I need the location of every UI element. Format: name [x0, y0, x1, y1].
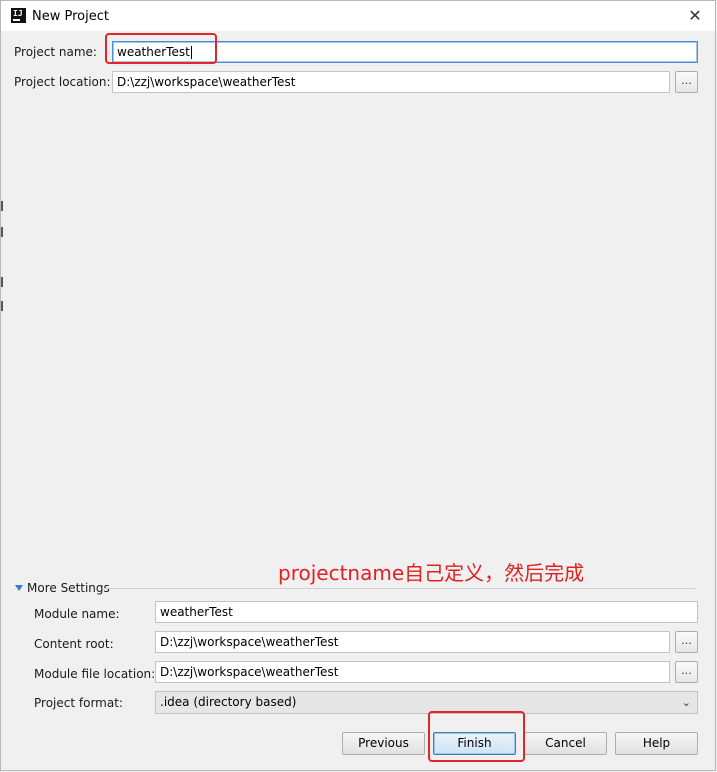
intellij-app-icon: IJ [11, 8, 26, 23]
project-format-select[interactable]: .idea (directory based) ⌄ [155, 691, 698, 714]
more-settings-toggle[interactable]: More Settings [15, 581, 110, 595]
module-name-input[interactable]: weatherTest [155, 601, 698, 623]
project-name-value: weatherTest [117, 45, 190, 59]
title-bar: IJ New Project ✕ [1, 1, 715, 31]
new-project-dialog: IJ New Project ✕ Project name: weatherTe… [0, 0, 716, 771]
edge-artifact [1, 301, 3, 311]
section-divider [105, 588, 695, 589]
edge-artifact [1, 277, 3, 287]
project-format-value: .idea (directory based) [160, 695, 297, 709]
edge-artifact [1, 201, 3, 211]
collapse-triangle-icon [15, 584, 23, 591]
previous-button[interactable]: Previous [342, 732, 425, 755]
help-button[interactable]: Help [615, 732, 698, 755]
project-location-label: Project location: [14, 75, 111, 89]
project-location-value: D:\zzj\workspace\weatherTest [117, 75, 296, 89]
content-root-browse-button[interactable]: ... [675, 631, 698, 653]
project-location-input[interactable]: D:\zzj\workspace\weatherTest [112, 71, 670, 93]
module-file-location-value: D:\zzj\workspace\weatherTest [160, 665, 339, 679]
project-format-label: Project format: [34, 696, 123, 710]
project-name-input[interactable]: weatherTest [112, 41, 698, 63]
module-file-location-input[interactable]: D:\zzj\workspace\weatherTest [155, 661, 670, 683]
text-caret [190, 46, 192, 59]
app-icon-text: IJ [13, 9, 23, 18]
finish-button[interactable]: Finish [433, 732, 516, 755]
module-file-location-label: Module file location: [34, 667, 156, 681]
close-icon[interactable]: ✕ [683, 5, 707, 27]
project-name-label: Project name: [14, 45, 97, 59]
edge-artifact [1, 227, 3, 237]
more-settings-header: More Settings [27, 581, 110, 595]
window-title: New Project [32, 9, 109, 24]
chevron-down-icon: ⌄ [681, 696, 691, 709]
content-root-label: Content root: [34, 637, 114, 651]
annotation-text: projectname自己定义，然后完成 [278, 561, 585, 585]
cancel-button[interactable]: Cancel [524, 732, 607, 755]
module-name-label: Module name: [34, 607, 120, 621]
content-root-input[interactable]: D:\zzj\workspace\weatherTest [155, 631, 670, 653]
project-location-browse-button[interactable]: ... [675, 71, 698, 93]
module-file-location-browse-button[interactable]: ... [675, 661, 698, 683]
module-name-value: weatherTest [160, 605, 233, 619]
content-root-value: D:\zzj\workspace\weatherTest [160, 635, 339, 649]
